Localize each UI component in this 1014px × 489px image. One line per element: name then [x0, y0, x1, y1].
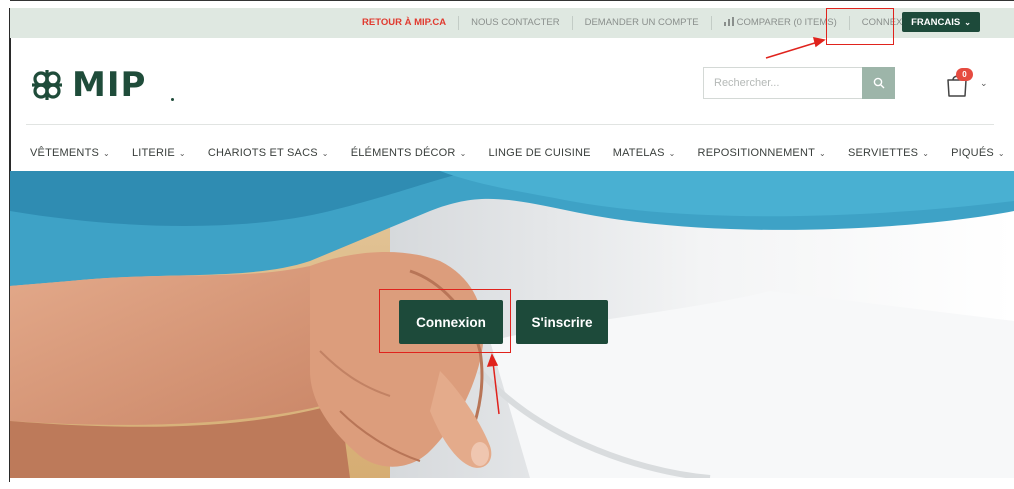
register-button[interactable]: S'inscrire [516, 300, 608, 344]
chevron-down-icon: ⌄ [668, 149, 676, 158]
chevron-down-icon: ⌄ [964, 17, 971, 27]
hero-photo [10, 171, 1014, 478]
annotation-highlight-top-login [826, 8, 894, 45]
search-button[interactable] [862, 67, 895, 99]
chevron-down-icon: ⌄ [321, 149, 329, 158]
search-input[interactable] [703, 67, 862, 99]
nav-item-label: CHARIOTS ET SACS [207, 147, 318, 159]
nav-item-label: VÊTEMENTS [30, 147, 100, 159]
annotation-highlight-hero-login [379, 289, 511, 353]
chevron-down-icon: ⌄ [980, 78, 988, 88]
nav-item-label: MATELAS [612, 147, 665, 159]
nav-item-label: LINGE DE CUISINE [488, 147, 591, 159]
bar-chart-icon [723, 17, 734, 26]
search-icon [873, 77, 884, 89]
nav-item-repositionnement[interactable]: REPOSITIONNEMENT ⌄ [698, 147, 826, 159]
logo-text: MIP [72, 65, 147, 105]
nav-item-serviettes[interactable]: SERVIETTES ⌄ [848, 147, 929, 159]
hero-banner: Connexion S'inscrire [10, 171, 1014, 478]
nav-item-label: REPOSITIONNEMENT [697, 147, 816, 159]
nav-item-literie[interactable]: LITERIE ⌄ [132, 147, 186, 159]
nav-item-label: SERVIETTES [847, 147, 919, 159]
nav-item-label: ÉLÉMENTS DÉCOR [350, 147, 456, 159]
logo-registered-dot [171, 98, 174, 101]
chevron-down-icon: ⌄ [178, 149, 186, 158]
chevron-down-icon: ⌄ [459, 149, 467, 158]
nav-item-linge-de-cuisine[interactable]: LINGE DE CUISINE [488, 147, 590, 159]
nav-item-chariots-et-sacs[interactable]: CHARIOTS ET SACS ⌄ [208, 147, 329, 159]
nav-item-piques[interactable]: PIQUÉS ⌄ [951, 147, 1005, 159]
top-link-return-mip[interactable]: RETOUR À MIP.CA [350, 16, 460, 30]
language-selector[interactable]: FRANCAIS ⌄ [902, 12, 980, 32]
page-bottom-spacer [10, 478, 1014, 489]
arrow-head-icon [812, 37, 826, 48]
top-link-contact[interactable]: NOUS CONTACTER [459, 16, 573, 30]
cart-count-badge: 0 [956, 68, 973, 81]
language-label: FRANCAIS [911, 16, 961, 28]
chevron-down-icon: ⌄ [103, 149, 110, 158]
main-nav: VÊTEMENTS ⌄ LITERIE ⌄ CHARIOTS ET SACS ⌄ ÉL… [30, 144, 1014, 162]
search-bar [703, 67, 896, 99]
nav-item-vetements[interactable]: VÊTEMENTS ⌄ [30, 147, 110, 159]
nav-item-label: LITERIE [131, 147, 175, 159]
header-divider [26, 124, 994, 125]
chevron-down-icon: ⌄ [922, 149, 930, 158]
cart-button[interactable]: 0 ⌄ [942, 68, 988, 98]
annotation-arrow-line [765, 41, 819, 59]
chevron-down-icon: ⌄ [997, 149, 1005, 158]
nav-item-label: PIQUÉS [951, 147, 994, 159]
mip-logo[interactable]: MIP [30, 65, 174, 105]
top-link-request-account[interactable]: DEMANDER UN COMPTE [573, 16, 712, 30]
top-link-compare-label: COMPARER (0 ITEMS) [736, 17, 837, 28]
chevron-down-icon: ⌄ [819, 149, 826, 158]
nav-item-elements-decor[interactable]: ÉLÉMENTS DÉCOR ⌄ [351, 147, 467, 159]
window-top-border [0, 0, 1014, 1]
clover-logo-icon [32, 70, 62, 100]
nav-item-matelas[interactable]: MATELAS ⌄ [613, 147, 676, 159]
